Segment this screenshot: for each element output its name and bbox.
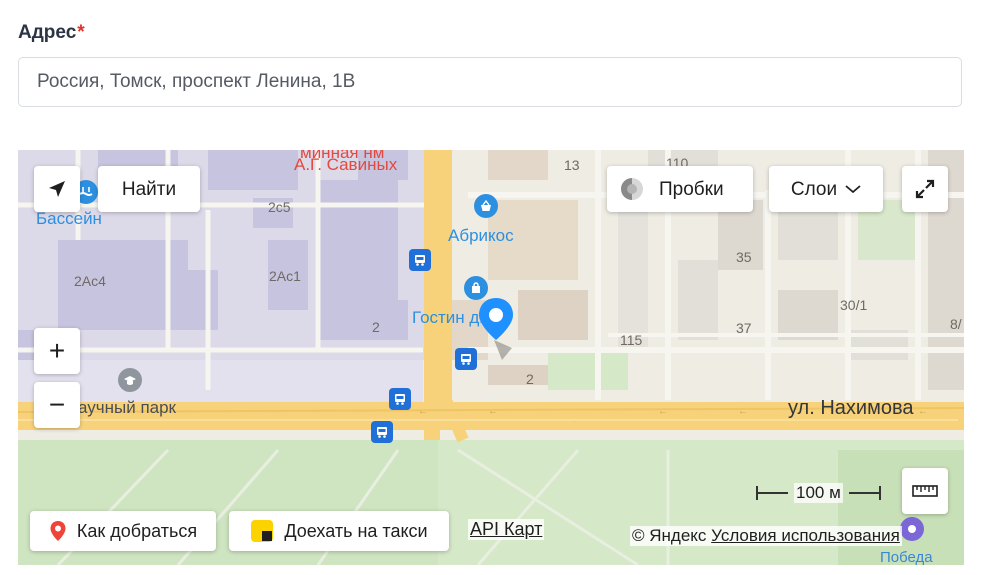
layers-button-label: Слои bbox=[790, 178, 838, 200]
house-number: 8/ bbox=[950, 316, 962, 332]
bus-stop-icon[interactable] bbox=[409, 249, 431, 271]
zoom-in-button[interactable]: + bbox=[34, 328, 80, 374]
find-button[interactable]: Найти bbox=[98, 166, 200, 212]
label-abrikos: Абрикос bbox=[448, 226, 514, 245]
traffic-button[interactable]: Пробки bbox=[607, 166, 753, 212]
house-number: 35 bbox=[736, 249, 752, 265]
route-button[interactable]: Как добраться bbox=[30, 511, 216, 551]
bus-stop-icon[interactable] bbox=[389, 388, 411, 410]
shopping-basket-icon[interactable] bbox=[474, 194, 498, 218]
api-link[interactable]: API Карт bbox=[468, 519, 545, 540]
svg-text:←: ← bbox=[658, 406, 668, 417]
house-number: 2c5 bbox=[268, 199, 291, 215]
expand-arrows-icon bbox=[915, 179, 935, 199]
house-number: 115 bbox=[620, 332, 643, 348]
arrow-navigation-icon bbox=[49, 181, 65, 197]
terms-link[interactable]: Условия использования bbox=[711, 526, 900, 545]
zoom-out-button[interactable]: − bbox=[34, 382, 80, 428]
geolocation-button[interactable] bbox=[34, 166, 80, 212]
house-number: 2Ac4 bbox=[74, 273, 106, 289]
label-pool: Бассейн bbox=[36, 209, 102, 228]
required-asterisk: * bbox=[77, 22, 85, 43]
traffic-light-icon bbox=[621, 178, 643, 200]
label-street-nakhimova: ул. Нахимова bbox=[788, 397, 914, 419]
map[interactable]: ←←→ ←←← минная нм А.Г. Савиных Бассейн А… bbox=[18, 150, 964, 565]
svg-text:←: ← bbox=[918, 406, 928, 417]
chevron-down-icon bbox=[845, 185, 861, 194]
plus-icon: + bbox=[48, 335, 66, 366]
minus-icon: − bbox=[48, 389, 66, 420]
house-number: 2Ac1 bbox=[269, 268, 301, 284]
copyright-yandex[interactable]: © Яндекс bbox=[632, 526, 706, 545]
label-pobeda: Победа bbox=[880, 549, 933, 565]
house-number: 2 bbox=[372, 319, 380, 335]
copyright: © Яндекс Условия использования bbox=[630, 526, 902, 546]
label-scientific-park: аучный парк bbox=[78, 398, 176, 417]
bus-stop-icon[interactable] bbox=[455, 348, 477, 370]
map-marker-icon bbox=[50, 521, 66, 541]
find-button-label: Найти bbox=[121, 178, 177, 200]
ruler-icon bbox=[912, 485, 938, 497]
address-label: Адрес* bbox=[18, 22, 85, 44]
scale-bar: 100 м bbox=[756, 483, 881, 503]
house-number: 13 bbox=[564, 157, 580, 173]
location-pin-icon[interactable] bbox=[476, 296, 516, 366]
fullscreen-button[interactable] bbox=[902, 166, 948, 212]
layers-button[interactable]: Слои bbox=[769, 166, 883, 212]
traffic-button-label: Пробки bbox=[659, 178, 724, 200]
house-number: 2 bbox=[526, 371, 534, 387]
taxi-button[interactable]: Доехать на такси bbox=[229, 511, 449, 551]
taxi-button-label: Доехать на такси bbox=[284, 521, 428, 541]
scale-label: 100 м bbox=[794, 483, 843, 503]
house-number: 30/1 bbox=[840, 297, 868, 313]
address-label-text: Адрес bbox=[18, 22, 77, 43]
address-input[interactable] bbox=[18, 57, 962, 107]
education-icon[interactable] bbox=[118, 368, 142, 392]
taxi-icon bbox=[251, 520, 274, 542]
route-button-label: Как добраться bbox=[76, 521, 198, 541]
label-savinykh: А.Г. Савиных bbox=[294, 155, 398, 174]
svg-text:←: ← bbox=[738, 406, 748, 417]
ruler-button[interactable] bbox=[902, 468, 948, 514]
house-number: 37 bbox=[736, 320, 752, 336]
svg-text:←: ← bbox=[418, 406, 428, 417]
cinema-icon[interactable] bbox=[900, 517, 924, 541]
bus-stop-icon[interactable] bbox=[371, 421, 393, 443]
svg-text:←: ← bbox=[488, 406, 498, 417]
